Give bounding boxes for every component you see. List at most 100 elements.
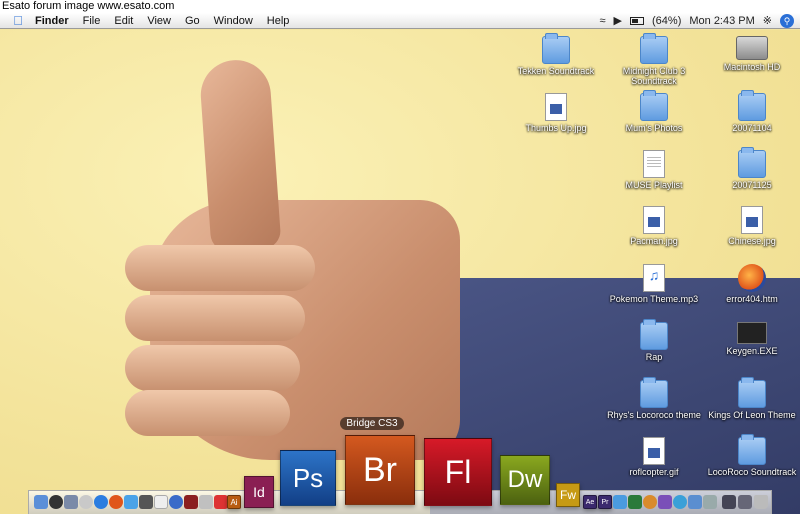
desktop-icon-tekken-soundtrack[interactable]: Tekken Soundtrack	[506, 33, 606, 76]
gif-file-icon	[643, 437, 665, 465]
icon-label: Tekken Soundtrack	[517, 66, 595, 76]
clock[interactable]: Mon 2:43 PM	[689, 13, 754, 29]
firefox-dock-icon[interactable]	[109, 495, 123, 509]
app-dock-icon[interactable]	[613, 495, 627, 509]
icon-label: 20071125	[732, 180, 772, 190]
app-dock-icon[interactable]	[139, 495, 153, 509]
wallpaper-finger	[125, 245, 315, 291]
fireworks-dock-icon[interactable]: Fw	[556, 483, 580, 507]
folder-icon	[542, 33, 570, 64]
desktop-icon-error404[interactable]: error404.htm	[702, 264, 800, 304]
premiere-dock-icon[interactable]: Pr	[598, 495, 612, 509]
menu-go[interactable]: Go	[185, 13, 200, 29]
app-dock-icon[interactable]	[643, 495, 657, 509]
battery-icon[interactable]	[630, 17, 645, 25]
system-preferences-dock-icon[interactable]	[79, 495, 93, 509]
flash-dock-icon[interactable]: Fl	[424, 438, 492, 506]
wifi-icon[interactable]: ≈	[600, 13, 606, 29]
mail-dock-icon[interactable]	[64, 495, 78, 509]
app-dock-icon[interactable]	[628, 495, 642, 509]
illustrator-dock-icon[interactable]: Ai	[227, 495, 241, 509]
battery-percent: (64%)	[652, 15, 682, 27]
app-dock-icon[interactable]	[673, 495, 687, 509]
folder-icon	[640, 319, 668, 350]
desktop-icon-keygen[interactable]: Keygen.EXE	[702, 322, 800, 356]
desktop-icon-roflcopter[interactable]: roflcopter.gif	[604, 437, 704, 477]
menubar:  Finder File Edit View Go Window Help ≈…	[0, 13, 800, 29]
acrobat-dock-icon[interactable]	[214, 495, 228, 509]
desktop-icon-20071104[interactable]: 20071104	[702, 90, 800, 133]
icon-label: roflcopter.gif	[629, 467, 679, 477]
icon-label: Chinese.jpg	[728, 236, 776, 246]
icon-label: Rap	[645, 352, 663, 362]
stack-dock-icon[interactable]	[722, 495, 736, 509]
itunes-dock-icon[interactable]	[124, 495, 138, 509]
icon-label: 20071104	[732, 123, 772, 133]
menu-file[interactable]: File	[83, 13, 101, 29]
desktop-icon-rap[interactable]: Rap	[604, 319, 704, 362]
desktop-icon-pokemon-theme[interactable]: Pokemon Theme.mp3	[604, 264, 704, 304]
icon-label: Kings Of Leon Theme	[708, 410, 796, 420]
after-effects-dock-icon[interactable]: Ae	[583, 495, 597, 509]
icon-label: Mum's Photos	[625, 123, 683, 133]
app-dock-icon[interactable]	[199, 495, 213, 509]
desktop-icon-midnight-club[interactable]: Midnight Club 3 Soundtrack	[604, 33, 704, 86]
volume-icon[interactable]: ▶	[614, 13, 622, 29]
indesign-dock-icon[interactable]: Id	[244, 476, 274, 508]
finder-dock-icon[interactable]	[34, 495, 48, 509]
icon-label: Midnight Club 3 Soundtrack	[622, 66, 686, 86]
downloads-dock-icon[interactable]	[738, 495, 752, 509]
desktop-icon-pacman[interactable]: Pacman.jpg	[604, 206, 704, 246]
desktop-icon-rhys-locoroco[interactable]: Rhys's Locoroco theme	[604, 377, 704, 420]
photoshop-dock-icon[interactable]: Ps	[280, 450, 336, 506]
icon-label: Pacman.jpg	[630, 236, 678, 246]
app-dock-icon[interactable]	[688, 495, 702, 509]
app-label: Id	[253, 484, 265, 500]
bridge-dock-icon[interactable]: Br	[345, 435, 415, 505]
app-dock-icon[interactable]	[703, 495, 717, 509]
menu-help[interactable]: Help	[267, 13, 290, 29]
icon-label: Macintosh HD	[723, 62, 781, 72]
trash-icon[interactable]	[754, 495, 768, 509]
mp3-file-icon	[643, 264, 665, 292]
spotlight-icon[interactable]: ⚲	[780, 14, 794, 28]
dreamweaver-dock-icon[interactable]: Dw	[500, 455, 550, 505]
menu-edit[interactable]: Edit	[114, 13, 133, 29]
desktop-icon-chinese[interactable]: Chinese.jpg	[702, 206, 800, 246]
jpeg-file-icon	[545, 93, 567, 121]
icon-label: Keygen.EXE	[726, 346, 778, 356]
app-label: Fw	[560, 488, 576, 502]
app-label: Ai	[230, 497, 238, 507]
wallpaper-finger	[125, 390, 290, 436]
executable-icon	[737, 322, 767, 344]
icon-label: MUSE Playlist	[625, 180, 683, 190]
quicktime-dock-icon[interactable]	[169, 495, 183, 509]
menu-view[interactable]: View	[147, 13, 171, 29]
icon-label: Pokemon Theme.mp3	[609, 294, 699, 304]
desktop-icon-thumbs-up[interactable]: Thumbs Up.jpg	[506, 93, 606, 133]
ical-dock-icon[interactable]	[154, 495, 168, 509]
hard-drive-icon	[736, 36, 768, 60]
desktop-icon-muse-playlist[interactable]: MUSE Playlist	[604, 150, 704, 190]
menu-finder[interactable]: Finder	[35, 13, 69, 29]
desktop-icon-kings-of-leon[interactable]: Kings Of Leon Theme	[702, 377, 800, 420]
desktop-icon-macintosh-hd[interactable]: Macintosh HD	[702, 36, 800, 72]
app-dock-icon[interactable]	[184, 495, 198, 509]
safari-dock-icon[interactable]	[94, 495, 108, 509]
bluetooth-icon[interactable]: ※	[763, 13, 772, 29]
desktop-icon-mums-photos[interactable]: Mum's Photos	[604, 90, 704, 133]
icon-label: error404.htm	[726, 294, 778, 304]
firefox-document-icon	[738, 264, 766, 292]
menubar-status: ≈ ▶ (64%) Mon 2:43 PM ※ ⚲	[600, 13, 794, 29]
apple-icon[interactable]: 	[11, 14, 25, 27]
folder-icon	[738, 147, 766, 178]
jpeg-file-icon	[643, 206, 665, 234]
app-dock-icon[interactable]	[658, 495, 672, 509]
wallpaper-finger	[125, 345, 300, 391]
menu-window[interactable]: Window	[214, 13, 253, 29]
jpeg-file-icon	[741, 206, 763, 234]
dashboard-dock-icon[interactable]	[49, 495, 63, 509]
desktop-icon-20071125[interactable]: 20071125	[702, 147, 800, 190]
folder-icon	[640, 33, 668, 64]
desktop-icon-locoroco-soundtrack[interactable]: LocoRoco Soundtrack	[702, 434, 800, 477]
